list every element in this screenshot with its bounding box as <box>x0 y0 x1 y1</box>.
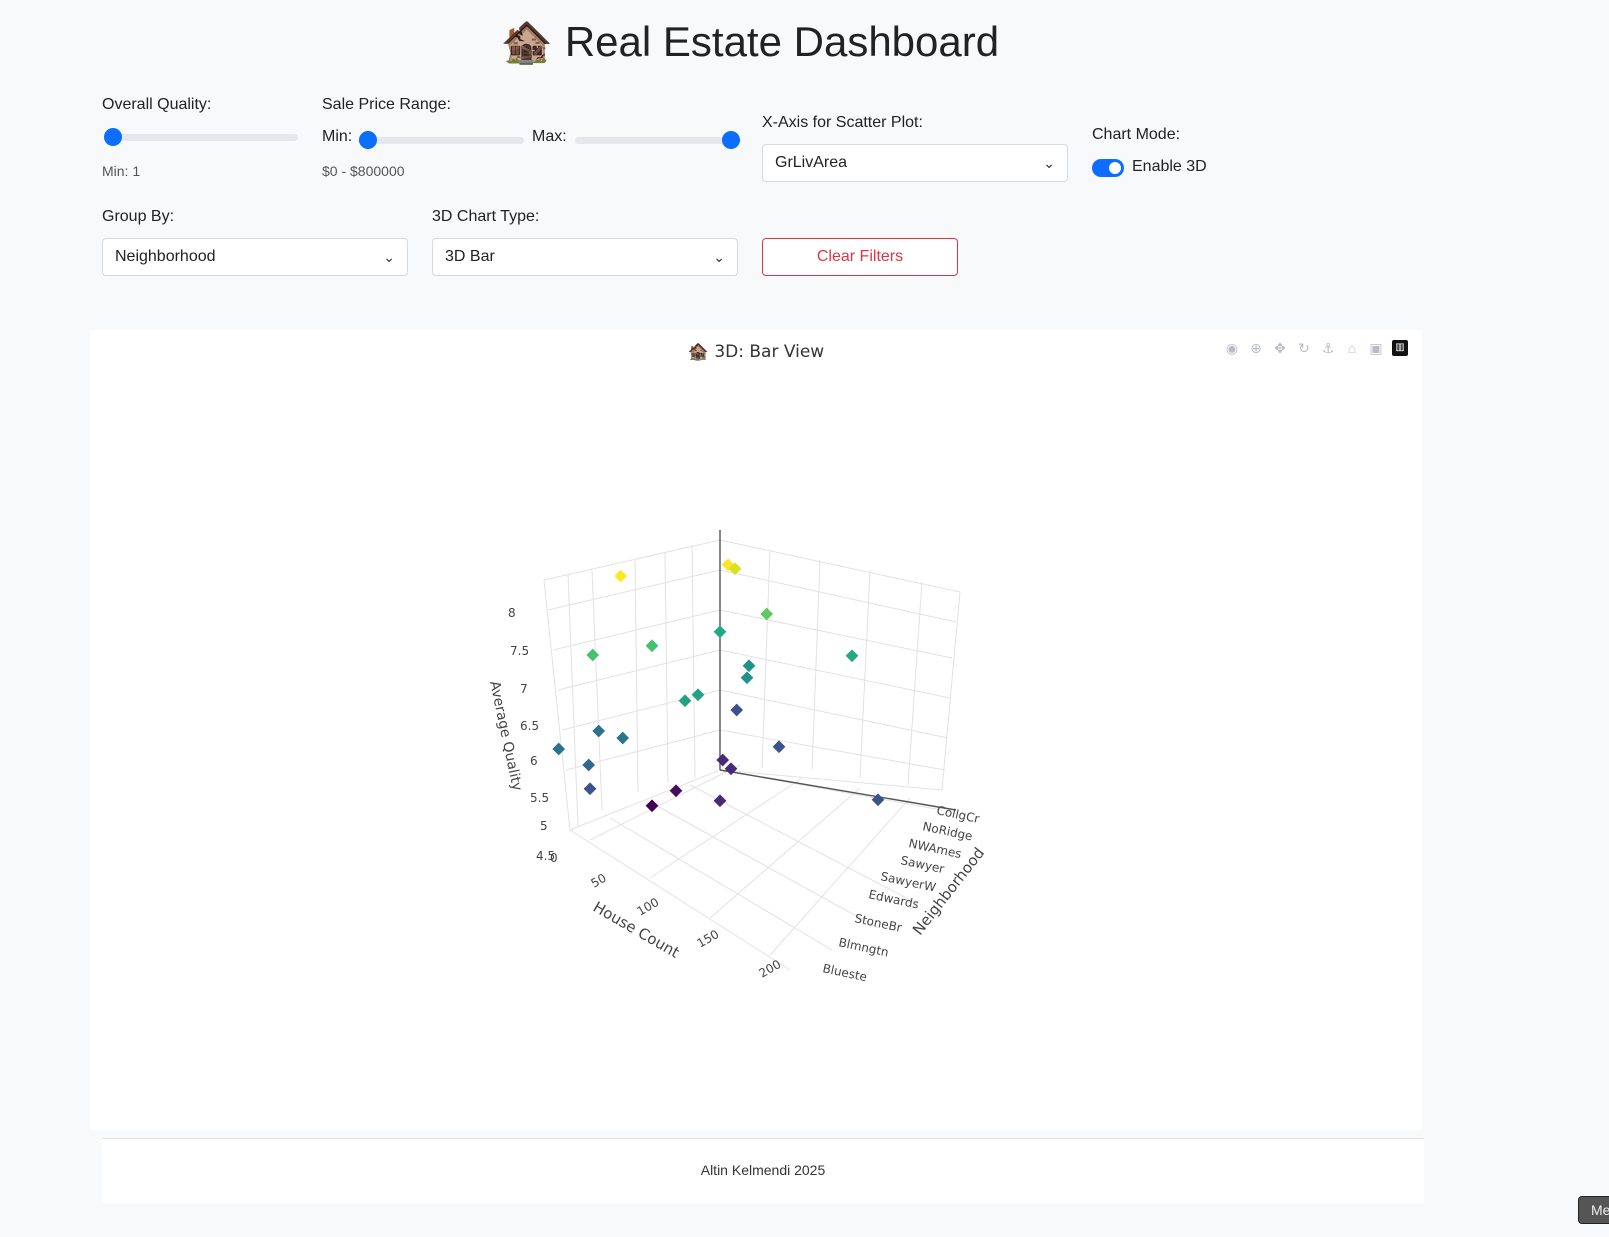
data-point[interactable] <box>678 694 692 708</box>
chevron-down-icon: ⌄ <box>383 249 395 265</box>
z-tick: 6.5 <box>520 719 539 733</box>
footer: Altin Kelmendi 2025 <box>102 1138 1424 1203</box>
chart-type-label: 3D Chart Type: <box>432 208 540 225</box>
chart-type-select[interactable]: 3D Bar ⌄ <box>432 238 738 276</box>
corner-button[interactable]: Me <box>1578 1196 1609 1224</box>
data-point[interactable] <box>645 799 659 813</box>
z-tick: 7 <box>520 682 528 696</box>
data-point[interactable] <box>552 742 566 756</box>
enable-3d-label: Enable 3D <box>1132 158 1207 175</box>
data-point[interactable] <box>582 758 596 772</box>
data-point[interactable] <box>592 724 606 738</box>
sale-price-min-slider[interactable] <box>358 131 524 149</box>
z-tick: 8 <box>508 606 516 620</box>
chart-mode-label: Chart Mode: <box>1092 126 1181 143</box>
data-point[interactable] <box>716 753 730 767</box>
scatter-3d-plot[interactable]: 8 7.5 7 6.5 6 5.5 5 4.5 Average Quality … <box>90 330 1422 1130</box>
data-point[interactable] <box>730 703 744 717</box>
x-tick: 150 <box>695 927 722 951</box>
z-axis-ticks: 8 7.5 7 6.5 6 5.5 5 4.5 <box>508 606 555 863</box>
y-tick: Blmngtn <box>837 935 890 959</box>
sale-price-min-label: Min: <box>322 128 353 145</box>
chart-panel[interactable]: 🏚️ 3D: Bar View ◉ ⊕ ✥ ↻ ⚓ ⌂ ▣ ▥ 8 7.5 7 … <box>90 330 1422 1130</box>
chevron-down-icon: ⌄ <box>1043 155 1055 171</box>
x-tick: 200 <box>757 957 784 981</box>
y-tick: StoneBr <box>853 911 903 935</box>
z-axis-title: Average Quality <box>486 680 525 793</box>
data-point[interactable] <box>713 794 727 808</box>
z-tick: 5 <box>540 819 548 833</box>
page-title-text: Real Estate Dashboard <box>564 18 1000 65</box>
sale-price-max-slider[interactable] <box>575 131 741 149</box>
data-point[interactable] <box>772 740 786 754</box>
chart-type-selected-value: 3D Bar <box>445 248 495 265</box>
data-point[interactable] <box>586 648 600 662</box>
x-tick: 50 <box>589 871 609 891</box>
group-by-selected-value: Neighborhood <box>115 248 216 265</box>
group-by-label: Group By: <box>102 208 175 225</box>
group-by-select[interactable]: Neighborhood ⌄ <box>102 238 408 276</box>
overall-quality-value: Min: 1 <box>102 163 141 179</box>
chevron-down-icon: ⌄ <box>713 249 725 265</box>
house-icon: 🏚️ <box>500 18 554 65</box>
x-axis-select[interactable]: GrLivArea ⌄ <box>762 144 1068 182</box>
overall-quality-slider[interactable] <box>104 128 298 146</box>
x-axis-label: X-Axis for Scatter Plot: <box>762 114 923 131</box>
z-tick: 7.5 <box>510 644 529 658</box>
x-axis-selected-value: GrLivArea <box>775 154 848 171</box>
data-point[interactable] <box>740 671 754 685</box>
toggle-knob <box>1109 162 1121 174</box>
data-point[interactable] <box>616 731 630 745</box>
data-markers <box>552 558 885 813</box>
data-point[interactable] <box>742 659 756 673</box>
sale-price-range-value: $0 - $800000 <box>322 163 405 179</box>
data-point[interactable] <box>645 639 659 653</box>
y-tick: Blueste <box>821 961 868 984</box>
y-tick: Sawyer <box>899 853 945 876</box>
x-tick: 100 <box>635 895 662 919</box>
data-point[interactable] <box>614 569 628 583</box>
overall-quality-handle[interactable] <box>104 128 122 146</box>
sale-price-label: Sale Price Range: <box>322 96 451 113</box>
x-tick: 0 <box>550 851 558 865</box>
data-point[interactable] <box>871 793 885 807</box>
sale-price-max-handle[interactable] <box>722 131 740 149</box>
x-axis-ticks: 0 50 100 150 200 <box>550 851 783 981</box>
enable-3d-toggle[interactable] <box>1092 159 1124 177</box>
sale-price-min-handle[interactable] <box>359 131 377 149</box>
overall-quality-label: Overall Quality: <box>102 96 212 113</box>
page-title: 🏚️ Real Estate Dashboard <box>0 18 1500 67</box>
axis-lines <box>719 530 957 811</box>
sale-price-max-label: Max: <box>532 128 567 145</box>
data-point[interactable] <box>713 625 727 639</box>
footer-text: Altin Kelmendi 2025 <box>700 1162 826 1178</box>
clear-filters-button[interactable]: Clear Filters <box>762 238 958 276</box>
data-point[interactable] <box>845 649 859 663</box>
z-tick: 6 <box>530 754 538 768</box>
data-point[interactable] <box>583 782 597 796</box>
z-tick: 5.5 <box>530 791 549 805</box>
